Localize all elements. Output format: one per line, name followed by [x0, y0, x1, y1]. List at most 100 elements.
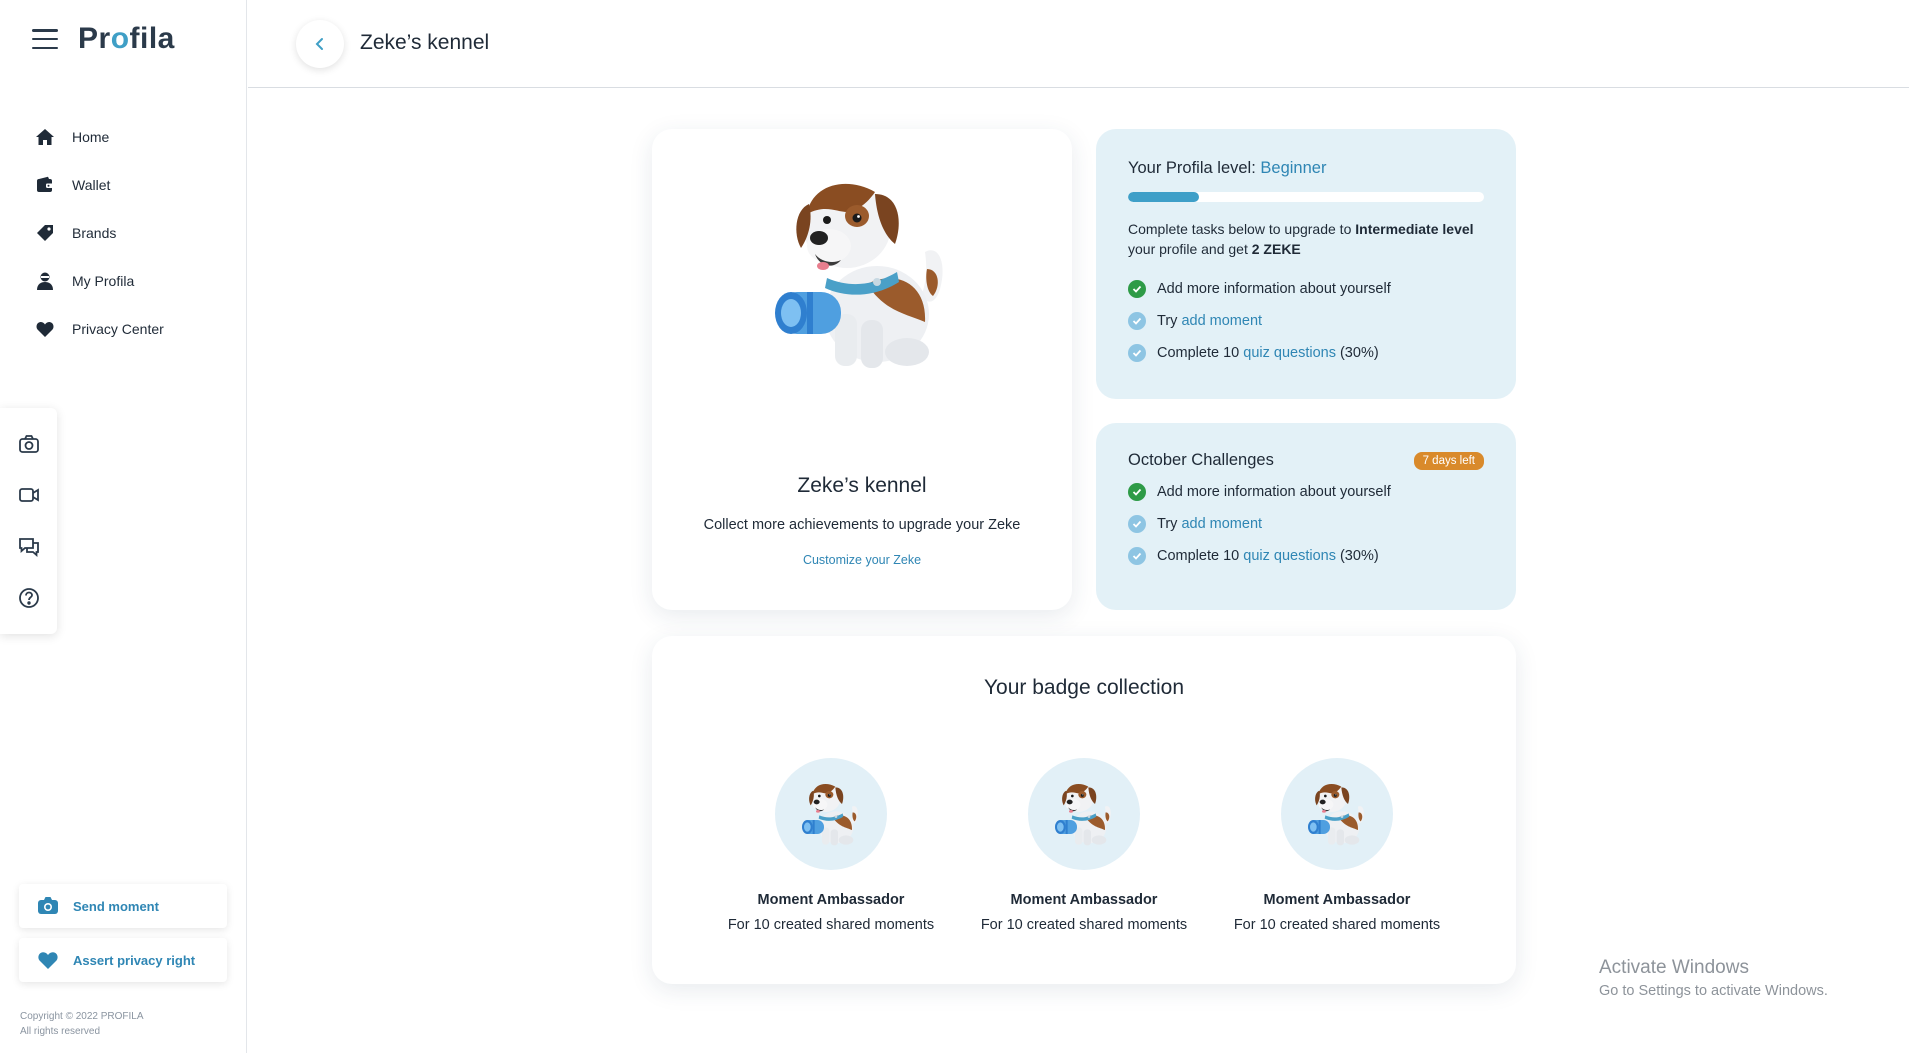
task-item: Try add moment — [1128, 508, 1484, 540]
sidebar-item-home[interactable]: Home — [34, 113, 164, 161]
sidebar-item-label: Home — [72, 129, 110, 145]
check-circle-icon — [1128, 344, 1146, 362]
task-progress: (30%) — [1335, 345, 1379, 361]
sidebar-item-my-profila[interactable]: My Profila — [34, 257, 164, 305]
rights-line: All rights reserved — [20, 1026, 101, 1037]
check-circle-icon — [1128, 515, 1146, 533]
desc-text: Complete tasks below to upgrade to — [1128, 221, 1356, 237]
copyright-line: Copyright © 2022 PROFILA — [20, 1011, 144, 1022]
kennel-title: Zeke’s kennel — [797, 474, 927, 497]
check-circle-icon — [1128, 280, 1146, 298]
kennel-subtitle: Collect more achievements to upgrade you… — [703, 517, 1021, 533]
add-moment-link[interactable]: add moment — [1181, 313, 1262, 329]
check-circle-icon — [1128, 312, 1146, 330]
level-progress-bar — [1128, 192, 1484, 202]
task-text: Try — [1157, 313, 1182, 329]
back-button[interactable] — [296, 20, 344, 68]
badge-image — [1028, 758, 1140, 870]
sidebar-item-label: Privacy Center — [72, 321, 164, 337]
brand: Profila — [32, 22, 175, 56]
profila-level-panel: Your Profila level: Beginner Complete ta… — [1096, 129, 1516, 399]
task-text: Add more information about yourself — [1157, 281, 1391, 297]
camera-icon[interactable] — [14, 429, 44, 459]
desc-target-level: Intermediate level — [1355, 221, 1474, 237]
menu-icon[interactable] — [32, 29, 58, 49]
sidebar-item-privacy-center[interactable]: Privacy Center — [34, 305, 164, 353]
badge-name: Moment Ambassador — [1010, 892, 1158, 908]
sidebar-item-wallet[interactable]: Wallet — [34, 161, 164, 209]
sidebar-item-label: My Profila — [72, 273, 135, 289]
task-item: Add more information about yourself — [1128, 273, 1484, 305]
home-icon — [34, 126, 56, 148]
level-heading: Your Profila level: Beginner — [1128, 159, 1484, 178]
badge-description: For 10 created shared moments — [980, 917, 1188, 933]
badge-image — [1281, 758, 1393, 870]
badge-item[interactable]: Moment Ambassador For 10 created shared … — [1226, 758, 1448, 933]
assert-privacy-right-button[interactable]: Assert privacy right — [19, 938, 227, 982]
challenge-title: October Challenges — [1128, 451, 1274, 469]
send-moment-button[interactable]: Send moment — [19, 884, 227, 928]
chevron-left-icon — [315, 38, 323, 50]
add-moment-link[interactable]: add moment — [1181, 516, 1262, 532]
october-challenges-panel: October Challenges 7 days left Add more … — [1096, 423, 1516, 610]
wallet-icon — [34, 174, 56, 196]
challenge-task-list: Add more information about yourself Try … — [1128, 476, 1484, 572]
challenge-header: October Challenges 7 days left — [1128, 451, 1484, 470]
sidebar-item-brands[interactable]: Brands — [34, 209, 164, 257]
quiz-questions-link[interactable]: quiz questions — [1243, 345, 1336, 361]
quiz-questions-link[interactable]: quiz questions — [1243, 548, 1336, 564]
badge-item[interactable]: Moment Ambassador For 10 created shared … — [720, 758, 942, 933]
help-icon[interactable] — [14, 583, 44, 613]
chat-icon[interactable] — [14, 532, 44, 562]
task-text: Complete 10 — [1157, 345, 1244, 361]
zeke-dog-image — [757, 174, 967, 374]
page-title: Zeke’s kennel — [360, 31, 490, 54]
task-text: Add more information about yourself — [1157, 484, 1391, 500]
assert-privacy-right-label: Assert privacy right — [73, 952, 196, 968]
badge-image — [775, 758, 887, 870]
badge-name: Moment Ambassador — [1263, 892, 1411, 908]
send-moment-label: Send moment — [73, 898, 159, 914]
tag-icon — [34, 222, 56, 244]
sidebar-nav: Home Wallet Brands My Profila Privacy Ce… — [34, 113, 164, 353]
level-task-list: Add more information about yourself Try … — [1128, 273, 1484, 369]
badge-item[interactable]: Moment Ambassador For 10 created shared … — [973, 758, 1195, 933]
level-progress-fill — [1128, 192, 1200, 202]
video-icon[interactable] — [14, 480, 44, 510]
task-item: Complete 10 quiz questions (30%) — [1128, 337, 1484, 369]
windows-activation-watermark: Activate Windows Go to Settings to activ… — [1599, 957, 1828, 999]
user-icon — [34, 270, 56, 292]
sidebar-item-label: Brands — [72, 225, 117, 241]
sidebar-item-label: Wallet — [72, 177, 111, 193]
sidebar: Profila Home Wallet Brands My Profila Pr… — [0, 0, 247, 1053]
task-item: Complete 10 quiz questions (30%) — [1128, 540, 1484, 572]
level-description: Complete tasks below to upgrade to Inter… — [1128, 219, 1484, 259]
badge-grid: Moment Ambassador For 10 created shared … — [652, 758, 1516, 933]
desc-reward: 2 ZEKE — [1251, 241, 1301, 257]
camera-icon — [37, 895, 59, 917]
badge-collection-card: Your badge collection Moment Ambassador … — [652, 636, 1516, 984]
watermark-title: Activate Windows — [1599, 957, 1749, 978]
heart-icon — [37, 949, 59, 971]
watermark-subtitle: Go to Settings to activate Windows. — [1599, 983, 1828, 999]
badge-description: For 10 created shared moments — [1233, 917, 1441, 933]
task-text: Try — [1157, 516, 1182, 532]
desc-text: your profile and get — [1128, 241, 1252, 257]
level-value: Beginner — [1260, 159, 1327, 177]
copyright: Copyright © 2022 PROFILA All rights rese… — [20, 1009, 144, 1039]
task-text: Complete 10 — [1157, 548, 1244, 564]
task-item: Try add moment — [1128, 305, 1484, 337]
heart-shield-icon — [34, 318, 56, 340]
level-label: Your Profila level: — [1128, 159, 1261, 177]
customize-zeke-link[interactable]: Customize your Zeke — [652, 553, 1072, 567]
badge-name: Moment Ambassador — [757, 892, 905, 908]
check-circle-icon — [1128, 483, 1146, 501]
task-item: Add more information about yourself — [1128, 476, 1484, 508]
profila-logo[interactable]: Profila — [78, 22, 175, 56]
page-header: Zeke’s kennel — [248, 0, 1909, 88]
badge-description: For 10 created shared moments — [727, 917, 935, 933]
check-circle-icon — [1128, 547, 1146, 565]
quick-action-rail — [0, 408, 57, 634]
kennel-card: Zeke’s kennel Collect more achievements … — [652, 129, 1072, 610]
badge-collection-heading: Your badge collection — [983, 676, 1185, 699]
